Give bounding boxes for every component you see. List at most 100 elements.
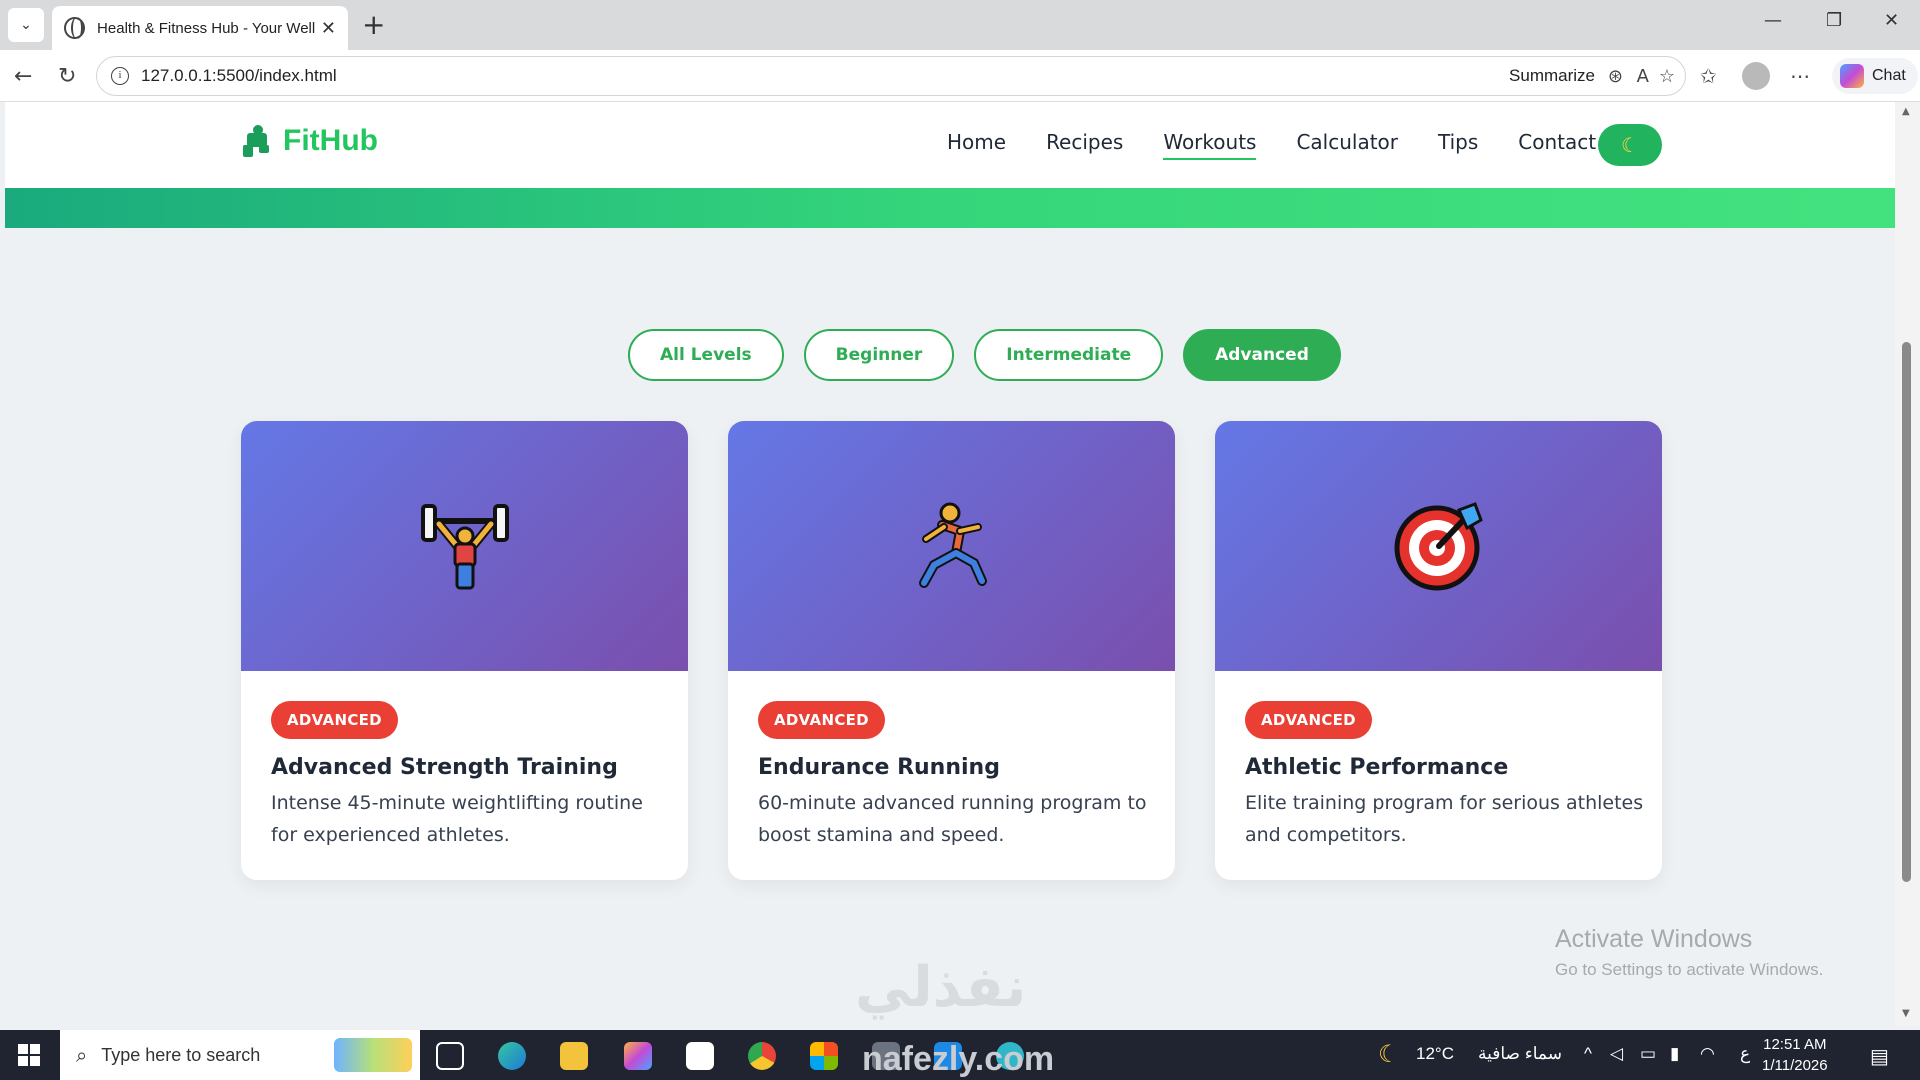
card-hero bbox=[241, 421, 688, 671]
chat-label: Chat bbox=[1872, 67, 1906, 84]
card-description: Intense 45-minute weightlifting routine … bbox=[271, 792, 643, 846]
scroll-up-icon[interactable]: ▲ bbox=[1902, 106, 1910, 117]
level-badge: ADVANCED bbox=[271, 701, 398, 739]
profile-avatar[interactable] bbox=[1742, 62, 1770, 90]
summarize-button[interactable]: Summarize bbox=[1509, 66, 1595, 86]
file-explorer-icon[interactable] bbox=[560, 1042, 588, 1070]
copilot-chat-button[interactable]: Chat bbox=[1832, 58, 1918, 94]
battery-icon[interactable]: ▮ bbox=[1670, 1044, 1679, 1064]
read-aloud-icon[interactable]: A bbox=[1637, 66, 1649, 87]
puzzle-icon bbox=[243, 125, 273, 157]
level-badge: ADVANCED bbox=[758, 701, 885, 739]
globe-icon bbox=[64, 17, 86, 39]
level-badge: ADVANCED bbox=[1245, 701, 1372, 739]
card-title: Endurance Running bbox=[758, 755, 1000, 780]
minimize-icon[interactable]: — bbox=[1764, 10, 1782, 31]
language-indicator[interactable]: ع bbox=[1740, 1044, 1750, 1064]
search-highlight-image bbox=[334, 1038, 412, 1072]
wifi-icon[interactable]: ◠ bbox=[1700, 1044, 1715, 1064]
card-description: 60-minute advanced running program to bo… bbox=[758, 792, 1147, 846]
scrollbar-thumb[interactable] bbox=[1902, 342, 1911, 882]
chrome-icon[interactable] bbox=[748, 1042, 776, 1070]
theme-toggle-button[interactable]: ☾ bbox=[1598, 124, 1662, 166]
office-icon[interactable] bbox=[810, 1042, 838, 1070]
weather-moon-icon: ☾ bbox=[1378, 1041, 1400, 1068]
url-field[interactable]: i 127.0.0.1:5500/index.html Summarize ⊛ … bbox=[96, 56, 1686, 96]
close-window-icon[interactable]: ✕ bbox=[1884, 10, 1899, 31]
site-header: FitHub Home Recipes Workouts Calculator … bbox=[5, 102, 1895, 188]
workout-card[interactable]: ADVANCED Endurance Running 60-minute adv… bbox=[728, 421, 1175, 880]
nav-tips[interactable]: Tips bbox=[1438, 130, 1478, 160]
tray-chevron-icon[interactable]: ^ bbox=[1584, 1044, 1592, 1064]
nav-recipes[interactable]: Recipes bbox=[1046, 130, 1123, 160]
runner-icon bbox=[918, 502, 987, 588]
chevron-down-icon: ⌄ bbox=[20, 17, 32, 33]
nav-workouts[interactable]: Workouts bbox=[1163, 130, 1257, 160]
nav-contact[interactable]: Contact bbox=[1518, 130, 1596, 160]
weather-text[interactable]: سماء صافية bbox=[1478, 1044, 1562, 1064]
scroll-down-icon[interactable]: ▼ bbox=[1902, 1008, 1910, 1019]
edge-icon[interactable] bbox=[498, 1042, 526, 1070]
taskbar-search[interactable]: ⌕ Type here to search bbox=[60, 1030, 420, 1080]
volume-icon[interactable]: ◁ bbox=[1610, 1044, 1623, 1064]
windows-taskbar: ⌕ Type here to search nafezly.com ☾ 12°C… bbox=[0, 1030, 1920, 1080]
moon-icon: ☾ bbox=[1621, 133, 1639, 157]
clock-date: 1/11/2026 bbox=[1762, 1057, 1828, 1074]
favorite-star-icon[interactable]: ☆ bbox=[1659, 66, 1675, 87]
card-description: Elite training program for serious athle… bbox=[1245, 792, 1644, 846]
address-bar-row: ← ↻ i 127.0.0.1:5500/index.html Summariz… bbox=[0, 50, 1920, 102]
brand-name: FitHub bbox=[283, 124, 378, 157]
target-icon bbox=[1394, 502, 1483, 591]
filter-advanced[interactable]: Advanced bbox=[1183, 329, 1341, 381]
favorites-icon[interactable]: ✩ bbox=[1700, 64, 1717, 88]
brand-logo[interactable]: FitHub bbox=[243, 124, 378, 158]
new-tab-icon[interactable]: + bbox=[362, 10, 385, 40]
url-text: 127.0.0.1:5500/index.html bbox=[141, 66, 337, 85]
card-hero bbox=[728, 421, 1175, 671]
filter-all-levels[interactable]: All Levels bbox=[628, 329, 784, 381]
summarize-icon: ⊛ bbox=[1607, 65, 1623, 87]
weightlifter-icon bbox=[420, 504, 509, 590]
card-title: Advanced Strength Training bbox=[271, 755, 618, 780]
browser-tab-bar: ⌄ Health & Fitness Hub - Your Wellness ✕… bbox=[0, 0, 1920, 50]
card-hero bbox=[1215, 421, 1662, 671]
filter-beginner[interactable]: Beginner bbox=[803, 329, 955, 381]
workout-cards: ADVANCED Advanced Strength Training Inte… bbox=[241, 421, 1662, 880]
back-icon[interactable]: ← bbox=[14, 64, 32, 89]
card-title: Athletic Performance bbox=[1245, 755, 1509, 780]
display-icon[interactable]: ▭ bbox=[1640, 1044, 1656, 1064]
search-icon: ⌕ bbox=[76, 1043, 88, 1067]
store-icon[interactable] bbox=[686, 1042, 714, 1070]
level-filters: All Levels Beginner Intermediate Advance… bbox=[628, 329, 1341, 381]
clock-time: 12:51 AM bbox=[1763, 1036, 1827, 1053]
activate-subtitle: Go to Settings to activate Windows. bbox=[1555, 960, 1824, 979]
watermark-logo: نفذلي bbox=[855, 955, 1027, 1020]
activate-windows-notice: Activate Windows Go to Settings to activ… bbox=[1555, 925, 1823, 980]
more-menu-icon[interactable]: ⋯ bbox=[1790, 64, 1810, 88]
filter-intermediate[interactable]: Intermediate bbox=[974, 329, 1164, 381]
nafezly-watermark: nafezly.com bbox=[862, 1040, 1055, 1078]
taskbar-clock[interactable]: 12:51 AM 1/11/2026 bbox=[1762, 1034, 1828, 1076]
info-icon[interactable]: i bbox=[111, 67, 129, 85]
copilot-icon bbox=[1840, 64, 1864, 88]
close-tab-icon[interactable]: ✕ bbox=[321, 18, 336, 39]
page-viewport: FitHub Home Recipes Workouts Calculator … bbox=[5, 102, 1895, 1026]
main-nav: Home Recipes Workouts Calculator Tips Co… bbox=[947, 130, 1596, 160]
hero-band bbox=[5, 188, 1895, 228]
search-placeholder: Type here to search bbox=[101, 1044, 261, 1065]
notifications-icon[interactable]: ▤ bbox=[1870, 1044, 1889, 1069]
tab-list-button[interactable]: ⌄ bbox=[8, 8, 44, 42]
nav-calculator[interactable]: Calculator bbox=[1296, 130, 1398, 160]
refresh-icon[interactable]: ↻ bbox=[58, 64, 76, 89]
nav-home[interactable]: Home bbox=[947, 130, 1006, 160]
activate-title: Activate Windows bbox=[1555, 925, 1753, 953]
page-scrollbar[interactable]: ▲ ▼ bbox=[1895, 102, 1920, 1026]
copilot-taskbar-icon[interactable] bbox=[624, 1042, 652, 1070]
weather-temp[interactable]: 12°C bbox=[1416, 1044, 1454, 1064]
workout-card[interactable]: ADVANCED Advanced Strength Training Inte… bbox=[241, 421, 688, 880]
windows-start-icon[interactable] bbox=[18, 1044, 40, 1066]
workout-card[interactable]: ADVANCED Athletic Performance Elite trai… bbox=[1215, 421, 1662, 880]
restore-icon[interactable]: ❐ bbox=[1826, 10, 1842, 31]
browser-tab[interactable]: Health & Fitness Hub - Your Wellness ✕ bbox=[52, 6, 348, 50]
task-view-icon[interactable] bbox=[436, 1042, 464, 1070]
